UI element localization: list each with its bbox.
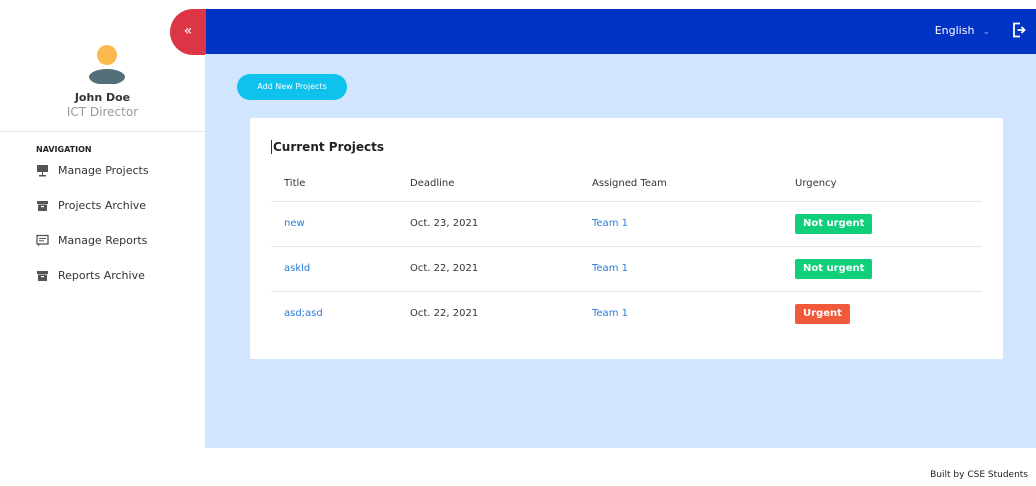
language-selector[interactable]: English ⌄ (935, 24, 990, 37)
project-deadline: Oct. 22, 2021 (410, 263, 479, 274)
user-avatar-icon (89, 45, 125, 84)
sidebar-divider (0, 131, 205, 132)
column-header-assigned-team: Assigned Team (592, 178, 667, 189)
row-divider (271, 291, 982, 292)
column-header-title: Title (284, 178, 306, 189)
projector-screen-icon (36, 164, 49, 177)
sidebar-item-manage-reports[interactable]: Manage Reports (36, 230, 147, 250)
project-title-link[interactable]: asd;asd (284, 308, 323, 319)
sidebar-item-reports-archive[interactable]: Reports Archive (36, 265, 145, 285)
row-divider (271, 246, 982, 247)
archive-box-icon (36, 269, 49, 282)
sidebar-item-label: Manage Reports (58, 233, 148, 247)
urgency-badge: Urgent (795, 304, 850, 324)
nav-heading: NAVIGATION (36, 145, 92, 154)
sidebar-item-label: Projects Archive (58, 198, 147, 212)
urgency-badge: Not urgent (795, 214, 873, 234)
logout-icon[interactable] (1012, 22, 1026, 38)
sidebar-item-label: Reports Archive (58, 268, 145, 282)
assigned-team-link[interactable]: Team 1 (592, 263, 628, 274)
sidebar-item-projects-archive[interactable]: Projects Archive (36, 195, 146, 215)
current-projects-card: Current Projects Title Deadline Assigned… (250, 118, 1003, 359)
user-name: John Doe (74, 91, 131, 104)
main-content: Add New Projects Current Projects Title … (205, 54, 1036, 448)
assigned-team-link[interactable]: Team 1 (592, 218, 628, 229)
language-label: English (934, 24, 975, 37)
project-title-link[interactable]: new (284, 218, 305, 229)
column-header-deadline: Deadline (410, 178, 455, 189)
urgency-badge: Not urgent (795, 259, 873, 279)
row-divider (271, 201, 982, 202)
top-navbar: English ⌄ (205, 9, 1036, 54)
sidebar-item-label: Manage Projects (58, 163, 149, 177)
footer-credit: Built by CSE Students (930, 470, 1028, 480)
sidebar: John Doe ICT Director NAVIGATION Manage … (0, 8, 205, 448)
project-title-link[interactable]: askld (284, 263, 310, 274)
project-deadline: Oct. 22, 2021 (410, 308, 479, 319)
chevron-down-icon: ⌄ (982, 27, 990, 37)
add-new-projects-button[interactable]: Add New Projects (237, 74, 347, 100)
sidebar-item-manage-projects[interactable]: Manage Projects (36, 160, 149, 180)
archive-box-icon (36, 199, 49, 212)
user-role: ICT Director (66, 105, 139, 119)
assigned-team-link[interactable]: Team 1 (592, 308, 628, 319)
message-report-icon (36, 234, 49, 247)
card-title: Current Projects (271, 140, 384, 154)
column-header-urgency: Urgency (795, 178, 837, 189)
project-deadline: Oct. 23, 2021 (410, 218, 479, 229)
